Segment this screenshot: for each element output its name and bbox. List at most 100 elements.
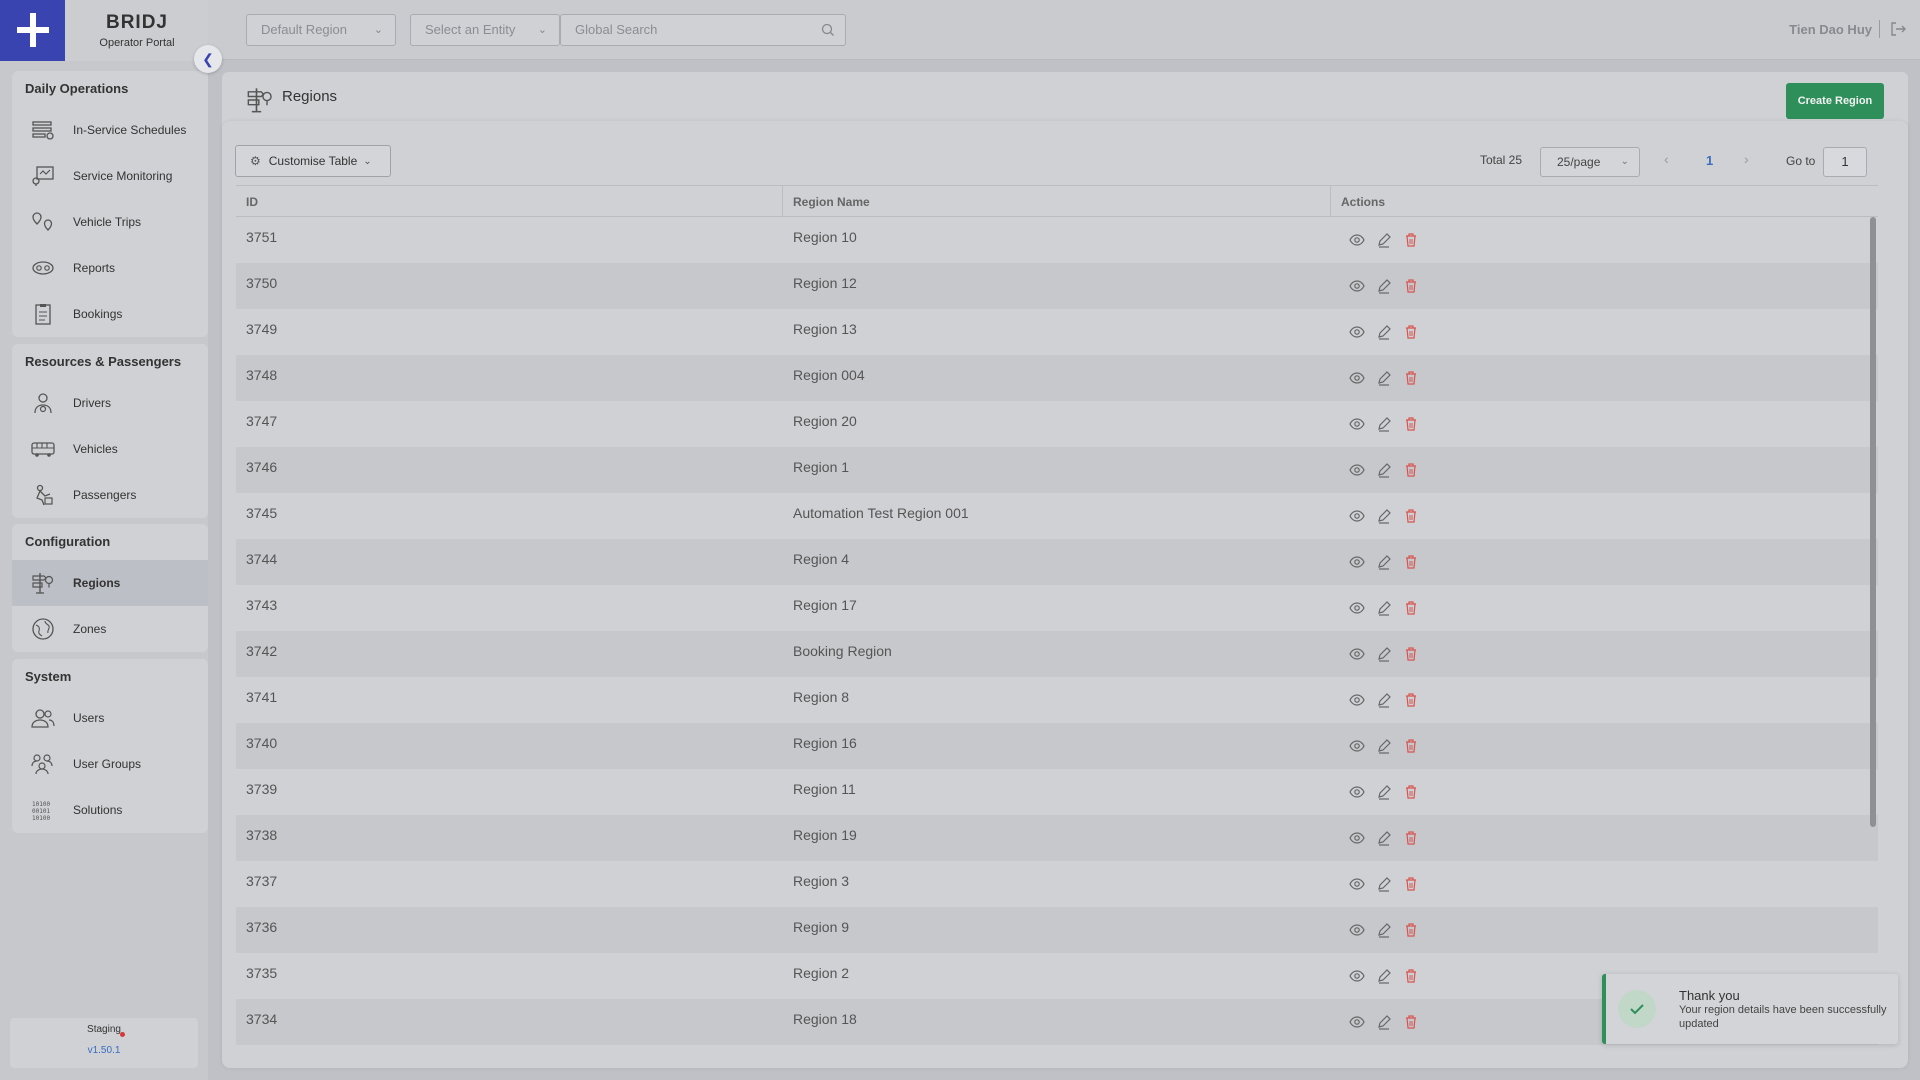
delete-trash-icon[interactable]: [1403, 370, 1419, 386]
user-name[interactable]: Tien Dao Huy: [1789, 22, 1872, 37]
edit-pencil-icon[interactable]: [1376, 370, 1392, 386]
edit-pencil-icon[interactable]: [1376, 554, 1392, 570]
global-search-input[interactable]: Global Search: [560, 14, 846, 46]
view-eye-icon[interactable]: [1349, 600, 1365, 616]
view-eye-icon[interactable]: [1349, 554, 1365, 570]
edit-pencil-icon[interactable]: [1376, 1014, 1392, 1030]
delete-trash-icon[interactable]: [1403, 278, 1419, 294]
edit-pencil-icon[interactable]: [1376, 922, 1392, 938]
delete-trash-icon[interactable]: [1403, 554, 1419, 570]
table-row[interactable]: 3739 Region 11: [236, 769, 1878, 815]
delete-trash-icon[interactable]: [1403, 508, 1419, 524]
edit-pencil-icon[interactable]: [1376, 324, 1392, 340]
column-header-id[interactable]: ID: [236, 186, 783, 216]
table-row[interactable]: 3751 Region 10: [236, 217, 1878, 263]
sidebar-item-in-service-schedules[interactable]: In-Service Schedules: [12, 107, 208, 153]
edit-pencil-icon[interactable]: [1376, 646, 1392, 662]
table-row[interactable]: 3741 Region 8: [236, 677, 1878, 723]
entity-select[interactable]: Select an Entity ⌄: [410, 14, 560, 46]
edit-pencil-icon[interactable]: [1376, 278, 1392, 294]
view-eye-icon[interactable]: [1349, 922, 1365, 938]
sidebar-item-passengers[interactable]: Passengers: [12, 472, 208, 518]
view-eye-icon[interactable]: [1349, 370, 1365, 386]
sidebar-item-vehicle-trips[interactable]: Vehicle Trips: [12, 199, 208, 245]
sidebar-item-zones[interactable]: Zones: [12, 606, 208, 652]
table-row[interactable]: 3746 Region 1: [236, 447, 1878, 493]
sidebar-item-bookings[interactable]: Bookings: [12, 291, 208, 337]
sidebar-item-solutions[interactable]: 10100 00101 10100 Solutions: [12, 787, 208, 833]
edit-pencil-icon[interactable]: [1376, 692, 1392, 708]
view-eye-icon[interactable]: [1349, 738, 1365, 754]
delete-trash-icon[interactable]: [1403, 646, 1419, 662]
view-eye-icon[interactable]: [1349, 1014, 1365, 1030]
edit-pencil-icon[interactable]: [1376, 462, 1392, 478]
delete-trash-icon[interactable]: [1403, 1014, 1419, 1030]
view-eye-icon[interactable]: [1349, 278, 1365, 294]
edit-pencil-icon[interactable]: [1376, 738, 1392, 754]
delete-trash-icon[interactable]: [1403, 232, 1419, 248]
view-eye-icon[interactable]: [1349, 324, 1365, 340]
delete-trash-icon[interactable]: [1403, 784, 1419, 800]
delete-trash-icon[interactable]: [1403, 738, 1419, 754]
edit-pencil-icon[interactable]: [1376, 600, 1392, 616]
edit-pencil-icon[interactable]: [1376, 416, 1392, 432]
table-row[interactable]: 3749 Region 13: [236, 309, 1878, 355]
table-row[interactable]: 3738 Region 19: [236, 815, 1878, 861]
edit-pencil-icon[interactable]: [1376, 232, 1392, 248]
view-eye-icon[interactable]: [1349, 692, 1365, 708]
sidebar-item-regions[interactable]: Regions: [12, 560, 208, 606]
delete-trash-icon[interactable]: [1403, 600, 1419, 616]
table-scrollbar[interactable]: [1870, 217, 1876, 827]
table-row[interactable]: 3747 Region 20: [236, 401, 1878, 447]
table-row[interactable]: 3736 Region 9: [236, 907, 1878, 953]
sidebar-item-user-groups[interactable]: User Groups: [12, 741, 208, 787]
view-eye-icon[interactable]: [1349, 416, 1365, 432]
table-row[interactable]: 3750 Region 12: [236, 263, 1878, 309]
logout-icon[interactable]: [1890, 21, 1906, 37]
edit-pencil-icon[interactable]: [1376, 508, 1392, 524]
delete-trash-icon[interactable]: [1403, 324, 1419, 340]
view-eye-icon[interactable]: [1349, 968, 1365, 984]
create-region-button[interactable]: Create Region: [1786, 83, 1884, 119]
view-eye-icon[interactable]: [1349, 508, 1365, 524]
table-row[interactable]: 3740 Region 16: [236, 723, 1878, 769]
collapse-sidebar-button[interactable]: ❮: [194, 45, 222, 73]
view-eye-icon[interactable]: [1349, 462, 1365, 478]
sidebar-item-reports[interactable]: Reports: [12, 245, 208, 291]
next-page-button[interactable]: ›: [1744, 151, 1749, 167]
delete-trash-icon[interactable]: [1403, 922, 1419, 938]
edit-pencil-icon[interactable]: [1376, 830, 1392, 846]
table-row[interactable]: 3737 Region 3: [236, 861, 1878, 907]
sidebar-item-drivers[interactable]: Drivers: [12, 380, 208, 426]
table-row[interactable]: 3745 Automation Test Region 001: [236, 493, 1878, 539]
prev-page-button[interactable]: ‹: [1664, 151, 1669, 167]
page-number-current[interactable]: 1: [1706, 153, 1713, 168]
delete-trash-icon[interactable]: [1403, 876, 1419, 892]
column-header-region-name[interactable]: Region Name: [783, 186, 1331, 216]
delete-trash-icon[interactable]: [1403, 462, 1419, 478]
view-eye-icon[interactable]: [1349, 876, 1365, 892]
edit-pencil-icon[interactable]: [1376, 876, 1392, 892]
page-size-select[interactable]: 25/page ⌄: [1540, 147, 1640, 177]
sidebar-item-vehicles[interactable]: Vehicles: [12, 426, 208, 472]
goto-page-input[interactable]: 1: [1823, 147, 1867, 177]
table-row[interactable]: 3742 Booking Region: [236, 631, 1878, 677]
table-row[interactable]: 3743 Region 17: [236, 585, 1878, 631]
view-eye-icon[interactable]: [1349, 232, 1365, 248]
delete-trash-icon[interactable]: [1403, 968, 1419, 984]
view-eye-icon[interactable]: [1349, 646, 1365, 662]
view-eye-icon[interactable]: [1349, 784, 1365, 800]
table-row[interactable]: 3744 Region 4: [236, 539, 1878, 585]
table-row[interactable]: 3748 Region 004: [236, 355, 1878, 401]
delete-trash-icon[interactable]: [1403, 692, 1419, 708]
edit-pencil-icon[interactable]: [1376, 784, 1392, 800]
view-eye-icon[interactable]: [1349, 830, 1365, 846]
brand-header[interactable]: BRIDJ Operator Portal: [0, 0, 208, 61]
customise-table-button[interactable]: ⚙ Customise Table ⌄: [235, 145, 391, 177]
edit-pencil-icon[interactable]: [1376, 968, 1392, 984]
sidebar-item-service-monitoring[interactable]: Service Monitoring: [12, 153, 208, 199]
delete-trash-icon[interactable]: [1403, 416, 1419, 432]
sidebar-item-users[interactable]: Users: [12, 695, 208, 741]
delete-trash-icon[interactable]: [1403, 830, 1419, 846]
region-select[interactable]: Default Region ⌄: [246, 14, 396, 46]
